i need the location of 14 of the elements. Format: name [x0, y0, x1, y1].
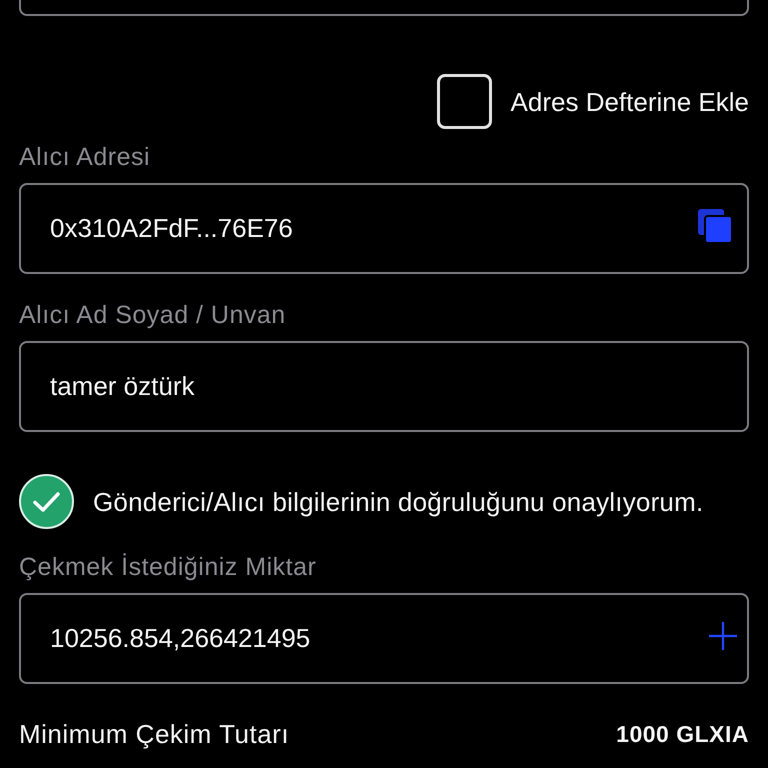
field-label: Çekmek İstediğiniz Miktar — [19, 552, 316, 582]
plus-icon[interactable] — [709, 622, 737, 650]
amount-field[interactable]: 10256.854,266421495 — [19, 593, 749, 684]
address-field[interactable]: 0x310A2FdF...76E76 — [19, 183, 749, 274]
name-field[interactable]: tamer öztürk — [19, 341, 749, 432]
checkbox-label: Adres Defterine Ekle — [510, 86, 749, 116]
field-label: Alıcı Ad Soyad / Unvan — [19, 300, 286, 330]
checked-circle-icon[interactable] — [19, 474, 74, 529]
checkbox[interactable] — [436, 74, 492, 129]
copy-icon[interactable] — [698, 209, 732, 243]
confirmation-text: Gönderici/Alıcı bilgilerinin doğruluğunu onaylıyorum. — [93, 486, 704, 516]
summary-label: Minimum Çekim Tutarı — [19, 719, 290, 749]
summary-value: 1000 GLXIA — [616, 720, 749, 749]
field-label: Alıcı Adresi — [19, 142, 150, 172]
